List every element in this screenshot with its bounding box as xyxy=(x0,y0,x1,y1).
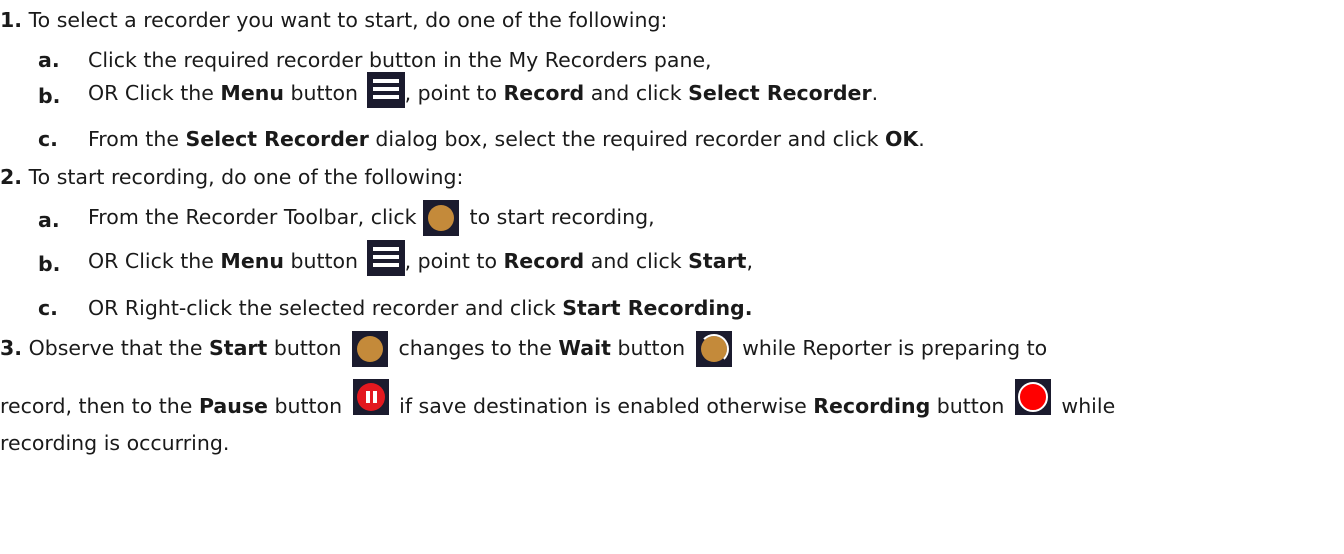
pause-bar-left xyxy=(365,391,370,403)
recording-icon xyxy=(1014,379,1051,415)
step-1: 1. To select a recorder you want to star… xyxy=(0,6,667,34)
sub-text: Click the required recorder button in th… xyxy=(88,46,712,74)
step-3-line-2: record, then to the Pause button if save… xyxy=(0,379,1116,419)
pause-circle xyxy=(356,383,385,411)
sub-letter: a. xyxy=(38,208,60,232)
text-part: and click xyxy=(584,81,689,105)
text-part: From the Recorder Toolbar, click xyxy=(88,205,424,229)
select-recorder-label: Select Recorder xyxy=(688,81,872,105)
text-part: button xyxy=(267,394,349,418)
text-part: . xyxy=(871,81,879,105)
sub-letter: c. xyxy=(38,296,58,320)
text-part: if save destination is enabled otherwise xyxy=(392,394,814,418)
start-recording-label: Start Recording. xyxy=(562,296,753,320)
sub-text: From the Select Recorder dialog box, sel… xyxy=(88,125,925,153)
text-part: button xyxy=(610,336,692,360)
text-part: Observe that the xyxy=(28,336,210,360)
instructions-document: 1. To select a recorder you want to star… xyxy=(0,0,1344,554)
text-part: button xyxy=(283,249,365,273)
record-label: Record xyxy=(503,81,585,105)
start-record-icon xyxy=(352,331,388,367)
sub-text: OR Click the Menu button , point to Reco… xyxy=(88,240,753,284)
step-number: 3. xyxy=(0,336,23,360)
text-part: to start recording, xyxy=(463,205,655,229)
wait-label: Wait xyxy=(558,336,611,360)
step-number: 2. xyxy=(0,165,23,189)
text-part: From the xyxy=(88,127,186,151)
step-3-line-3: recording is occurring. xyxy=(0,429,229,457)
menu-icon xyxy=(366,240,405,276)
text-part: dialog box, select the required recorder… xyxy=(368,127,885,151)
step-3-line-1: 3. Observe that the Start button changes… xyxy=(0,331,1048,373)
text-part: record, then to the xyxy=(0,394,199,418)
text-part: OR Click the xyxy=(88,249,221,273)
record-label: Record xyxy=(503,249,585,273)
text-part: . xyxy=(918,127,925,151)
pause-label: Pause xyxy=(198,394,268,418)
step-3-text: 3. Observe that the Start button changes… xyxy=(0,331,1048,367)
text-part: Click the required recorder button in th… xyxy=(88,48,712,72)
text-part: , point to xyxy=(404,81,504,105)
sub-text: OR Click the Menu button , point to Reco… xyxy=(88,72,878,116)
text-part: button xyxy=(283,81,365,105)
step-number: 1. xyxy=(0,8,23,32)
sub-letter: b. xyxy=(38,84,61,108)
step-3-text: record, then to the Pause button if save… xyxy=(0,379,1116,418)
start-record-icon xyxy=(423,200,460,236)
text-part: OR Right-click the selected recorder and… xyxy=(88,296,563,320)
text-part: OR Click the xyxy=(88,81,221,105)
recording-label: Recording xyxy=(813,394,931,418)
step-text: To start recording, do one of the follow… xyxy=(28,165,464,189)
text-part: while Reporter is preparing to xyxy=(735,336,1048,360)
recording-circle xyxy=(1017,382,1048,412)
start-circle xyxy=(357,336,383,362)
text-part: recording is occurring. xyxy=(0,431,230,455)
text-part: button xyxy=(267,336,348,360)
text-part: , point to xyxy=(404,249,504,273)
wait-arc xyxy=(698,334,729,364)
wait-icon xyxy=(695,331,732,367)
sub-letter: b. xyxy=(38,252,61,276)
sub-letter: a. xyxy=(38,48,60,72)
sub-text: From the Recorder Toolbar, click to star… xyxy=(88,200,655,236)
select-recorder-label: Select Recorder xyxy=(185,127,369,151)
menu-icon xyxy=(366,72,405,108)
menu-label: Menu xyxy=(220,81,284,105)
text-part: button xyxy=(930,394,1011,418)
start-label: Start xyxy=(688,249,747,273)
text-part: , xyxy=(746,249,753,273)
pause-icon xyxy=(352,379,389,415)
pause-bar-right xyxy=(372,391,377,403)
step-2: 2. To start recording, do one of the fol… xyxy=(0,163,463,191)
text-part: changes to the xyxy=(392,336,559,360)
sub-letter: c. xyxy=(38,127,58,151)
ok-label: OK xyxy=(884,127,919,151)
sub-text: OR Right-click the selected recorder and… xyxy=(88,294,753,322)
text-part: while xyxy=(1054,394,1116,418)
menu-label: Menu xyxy=(220,249,284,273)
start-label: Start xyxy=(209,336,268,360)
step-text: To select a recorder you want to start, … xyxy=(28,8,668,32)
start-circle xyxy=(428,205,455,231)
text-part: and click xyxy=(584,249,689,273)
